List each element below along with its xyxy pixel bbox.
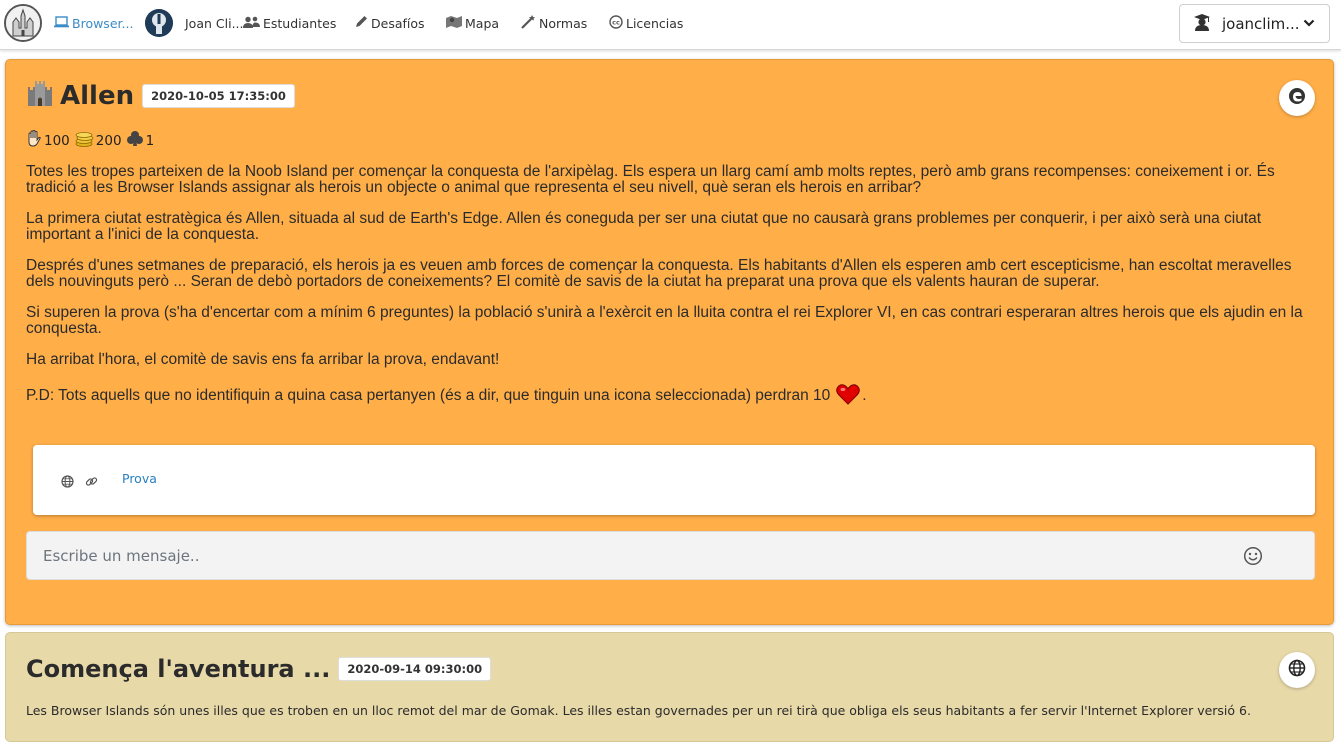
adventure-description: Les Browser Islands són unes illes que e…	[26, 703, 1251, 718]
globe-icon	[61, 473, 74, 492]
hp-value: 100	[44, 132, 70, 149]
nav-user-label: Joan Cli...	[185, 16, 244, 31]
creative-commons-icon: cc	[609, 14, 623, 34]
paragraph: Si superen la prova (s'ha d'encertar com…	[26, 304, 1303, 337]
nav-map[interactable]: Mapa	[446, 15, 499, 33]
nav-browser-label: Browser...	[72, 16, 134, 31]
edge-browser-button[interactable]	[1279, 80, 1315, 116]
chevron-down-icon	[1303, 16, 1315, 34]
username-label: joanclim...	[1222, 14, 1300, 33]
stats-row: 100 200 1	[26, 129, 158, 151]
nav-challenges[interactable]: Desafíos	[355, 15, 425, 33]
card-title-text: Allen	[60, 81, 135, 111]
pd-paragraph: P.D: Tots aquells que no identifiquin a …	[26, 383, 1321, 409]
top-navbar: Browser... Joan Cli... Estudiantes Desaf…	[0, 0, 1341, 50]
map-icon	[446, 15, 462, 33]
challenge-card-allen: Allen 2020-10-05 17:35:00 100 200 1 Tote…	[5, 59, 1334, 625]
user-menu-dropdown[interactable]: joanclim...	[1179, 4, 1330, 43]
nav-rules-label: Normas	[539, 16, 588, 31]
card-title: Comença l'aventura ... 2020-09-14 09:30:…	[26, 651, 492, 687]
challenge-description: Totes les tropes parteixen de la Noob Is…	[26, 164, 1321, 424]
nav-user-profile[interactable]: Joan Cli...	[185, 15, 243, 33]
clubs-value: 1	[145, 132, 155, 149]
coins-stat: 200	[74, 131, 122, 151]
nav-students-label: Estudiantes	[263, 16, 337, 31]
clubs-stat: 1	[126, 130, 155, 151]
challenge-card-adventure: Comença l'aventura ... 2020-09-14 09:30:…	[5, 632, 1334, 742]
date-badge: 2020-09-14 09:30:00	[338, 657, 492, 681]
date-badge: 2020-10-05 17:35:00	[142, 84, 295, 108]
edge-browser-icon	[1288, 87, 1306, 109]
card-title: Allen 2020-10-05 17:35:00	[26, 78, 295, 114]
paragraph: Després d'unes setmanes de preparació, e…	[26, 257, 1292, 290]
nav-map-label: Mapa	[465, 16, 500, 31]
paragraph: Ha arribat l'hora, el comitè de savis en…	[26, 351, 500, 368]
svg-text:cc: cc	[612, 18, 620, 26]
users-icon	[243, 15, 260, 33]
coins-value: 200	[95, 132, 122, 149]
paragraph: Totes les tropes parteixen de la Noob Is…	[26, 163, 1275, 196]
nav-students[interactable]: Estudiantes	[243, 15, 336, 33]
globe-icon	[1288, 659, 1306, 681]
pd-text: P.D: Tots aquells que no identifiquin a …	[26, 387, 831, 404]
globe-button[interactable]	[1279, 652, 1315, 688]
prova-link[interactable]: Prova	[122, 471, 157, 486]
smiley-icon[interactable]	[1243, 546, 1263, 570]
nav-rules[interactable]: Normas	[521, 14, 588, 34]
paragraph: La primera ciutat estratègica és Allen, …	[26, 210, 1262, 243]
heart-icon	[836, 383, 861, 409]
nav-licenses[interactable]: cc Licencias	[609, 14, 684, 34]
hand-icon	[26, 129, 44, 151]
nav-challenges-label: Desafíos	[371, 16, 425, 31]
pencil-icon	[355, 15, 368, 33]
laptop-icon	[54, 15, 69, 33]
message-box	[26, 531, 1315, 580]
nav-licenses-label: Licencias	[626, 16, 684, 31]
pd-end: .	[862, 387, 867, 404]
castle-logo-icon[interactable]	[4, 4, 42, 42]
card-title-text: Comença l'aventura ...	[26, 655, 331, 683]
message-input[interactable]	[27, 532, 1227, 579]
avatar[interactable]	[145, 9, 173, 37]
castle-icon	[26, 80, 54, 113]
link-icon	[85, 473, 98, 492]
resource-link-box: Prova	[33, 445, 1315, 515]
magic-wand-icon	[521, 14, 536, 34]
club-icon	[126, 130, 146, 151]
nav-browser-islands[interactable]: Browser...	[54, 15, 133, 33]
graduate-icon	[1192, 13, 1212, 35]
coins-icon	[74, 131, 96, 151]
hp-stat: 100	[26, 129, 70, 151]
